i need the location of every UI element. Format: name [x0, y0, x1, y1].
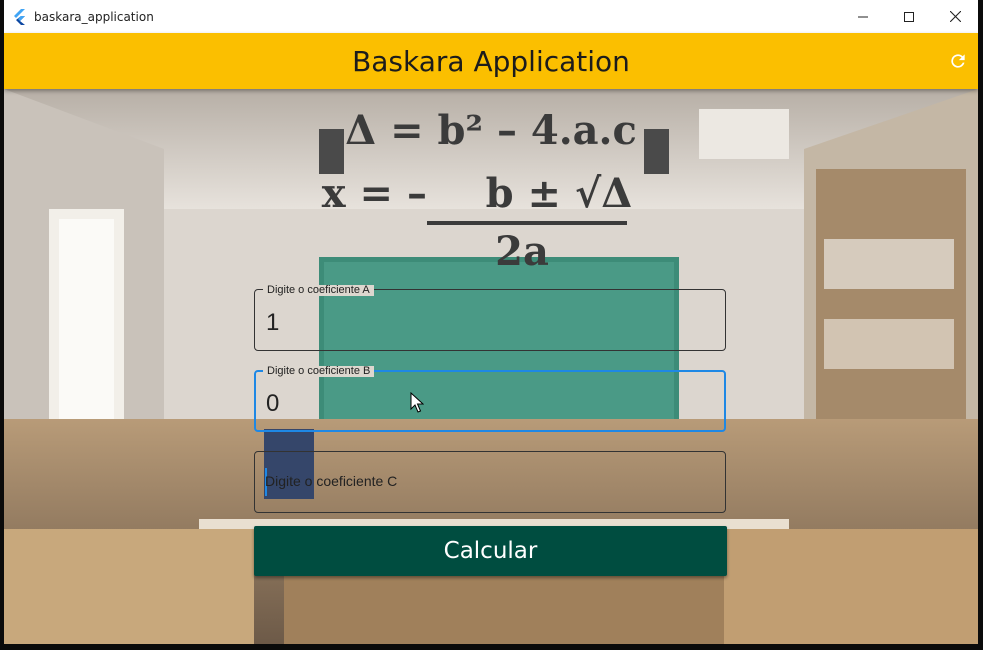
coefficient-a-field[interactable]: Digite o coeficiente A 1 [254, 285, 726, 351]
app-bar-title: Baskara Application [352, 45, 630, 78]
quadratic-formula: Δ = b² – 4.a.c x = – b ± √Δ 2a [322, 107, 637, 274]
minimize-button[interactable] [840, 0, 886, 33]
coefficient-a-value: 1 [266, 309, 280, 336]
refresh-icon[interactable] [948, 51, 968, 71]
app-window: baskara_application Baskara Application [4, 0, 978, 644]
mouse-pointer-icon [410, 392, 424, 413]
x-formula-prefix: x = – [322, 170, 427, 217]
coefficient-b-value: 0 [266, 390, 280, 417]
calcular-button[interactable]: Calcular [254, 526, 727, 576]
delta-formula-text: Δ = b² – 4.a.c [345, 107, 637, 154]
maximize-icon [904, 11, 914, 22]
app-bar: Baskara Application [4, 33, 978, 89]
x-formula-denominator: 2a [495, 228, 549, 274]
coefficient-b-label: Digite o coeficiente B [263, 366, 375, 377]
x-formula-numerator: b ± √Δ [486, 170, 633, 217]
coefficient-b-field[interactable]: Digite o coeficiente B 0 [254, 366, 726, 432]
coefficient-c-field[interactable]: Digite o coeficiente C [254, 451, 726, 513]
close-button[interactable] [932, 0, 978, 33]
flutter-logo-icon [14, 9, 25, 25]
close-icon [949, 11, 961, 22]
title-bar: baskara_application [4, 0, 978, 34]
main-content: Δ = b² – 4.a.c x = – b ± √Δ 2a Digite o … [4, 89, 978, 644]
maximize-button[interactable] [886, 0, 932, 33]
window-title: baskara_application [34, 10, 154, 24]
coefficient-c-placeholder: Digite o coeficiente C [265, 473, 398, 489]
coefficient-a-label: Digite o coeficiente A [263, 285, 374, 296]
minimize-icon [858, 16, 868, 17]
